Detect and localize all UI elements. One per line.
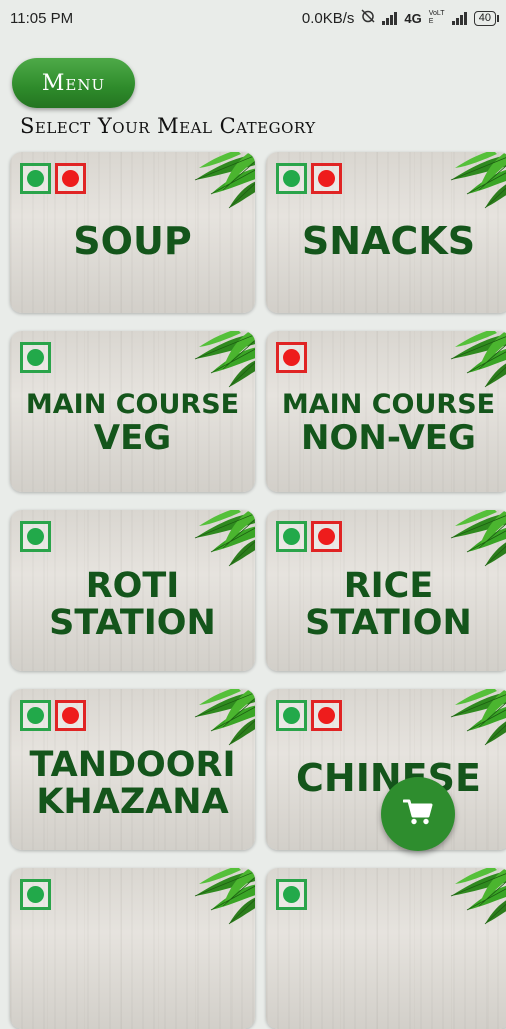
- category-label-line2: STATION: [305, 602, 472, 643]
- category-card[interactable]: SNACKS: [266, 152, 506, 313]
- veg-indicator-icon: [276, 700, 307, 731]
- category-label: RICE STATION: [266, 550, 506, 671]
- category-card[interactable]: MAIN COURSE NON-VEG: [266, 331, 506, 492]
- diet-indicators: [276, 879, 307, 910]
- category-card[interactable]: ROTI STATION: [10, 510, 255, 671]
- veg-indicator-icon: [20, 700, 51, 731]
- nonveg-indicator-icon: [55, 163, 86, 194]
- diet-indicators: [276, 342, 307, 373]
- nonveg-indicator-icon: [311, 163, 342, 194]
- category-label-line1: ROTI: [85, 565, 180, 606]
- category-label: SNACKS: [266, 192, 506, 313]
- category-card[interactable]: SOUP: [10, 152, 255, 313]
- category-label-line1: MAIN COURSE: [281, 388, 496, 420]
- veg-indicator-icon: [276, 163, 307, 194]
- veg-indicator-icon: [20, 879, 51, 910]
- category-label-line1: RICE: [343, 565, 434, 606]
- category-card[interactable]: MAIN COURSE VEG: [10, 331, 255, 492]
- diet-indicators: [20, 879, 51, 910]
- diet-indicators: [276, 521, 342, 552]
- nonveg-indicator-icon: [55, 700, 86, 731]
- category-label: [266, 908, 506, 1029]
- veg-indicator-icon: [276, 521, 307, 552]
- category-card[interactable]: [266, 868, 506, 1029]
- category-label-line2: KHAZANA: [36, 781, 229, 822]
- category-card[interactable]: TANDOORI KHAZANA: [10, 689, 255, 850]
- veg-indicator-icon: [20, 342, 51, 373]
- category-label-line1: SOUP: [73, 218, 192, 263]
- category-label: MAIN COURSE NON-VEG: [266, 371, 506, 492]
- diet-indicators: [20, 521, 51, 552]
- category-label-line2: STATION: [49, 602, 216, 643]
- category-label-line1: SNACKS: [301, 218, 476, 263]
- diet-indicators: [20, 163, 86, 194]
- category-label-line1: MAIN COURSE: [25, 388, 240, 420]
- diet-indicators: [20, 700, 86, 731]
- veg-indicator-icon: [276, 879, 307, 910]
- shopping-cart-icon: [402, 798, 433, 831]
- category-card[interactable]: RICE STATION: [266, 510, 506, 671]
- category-label: [10, 908, 255, 1029]
- category-label-line2: VEG: [93, 417, 172, 458]
- category-label-line2: NON-VEG: [301, 417, 476, 458]
- diet-indicators: [20, 342, 51, 373]
- diet-indicators: [276, 163, 342, 194]
- nonveg-indicator-icon: [311, 700, 342, 731]
- category-label: ROTI STATION: [10, 550, 255, 671]
- nonveg-indicator-icon: [276, 342, 307, 373]
- veg-indicator-icon: [20, 521, 51, 552]
- category-label: TANDOORI KHAZANA: [10, 729, 255, 850]
- category-label: MAIN COURSE VEG: [10, 371, 255, 492]
- category-card[interactable]: [10, 868, 255, 1029]
- nonveg-indicator-icon: [311, 521, 342, 552]
- cart-button[interactable]: [381, 777, 455, 851]
- category-label-line1: TANDOORI: [29, 744, 236, 785]
- veg-indicator-icon: [20, 163, 51, 194]
- category-grid: SOUP SNACKS MAIN COURSE VEG MAIN COURSE NON-V…: [0, 0, 506, 1029]
- category-label: SOUP: [10, 192, 255, 313]
- diet-indicators: [276, 700, 342, 731]
